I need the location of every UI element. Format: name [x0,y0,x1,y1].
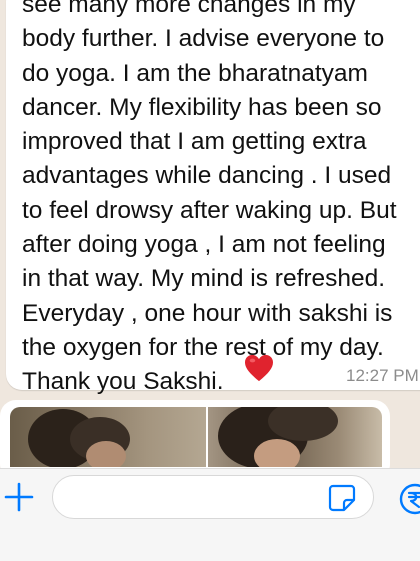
message-line: improved that I am getting extra [22,128,367,156]
photo-thumbnail[interactable] [10,407,206,467]
message-line: the oxygen for the rest of my day. [22,333,384,361]
chat-area: see many more changes in my body further… [0,0,420,468]
message-line: advantages while dancing . I used [22,162,392,190]
sticker-icon[interactable] [328,484,356,512]
message-line: to feel drowsy after waking up. But [22,196,397,224]
red-heart-icon [245,354,273,382]
face-shape [86,441,126,467]
face-shape [254,439,300,467]
message-line: Everyday , one hour with sakshi is [22,299,393,327]
photo-thumbnail[interactable] [208,407,382,467]
message-line: body further. I advise everyone to [22,25,385,53]
message-line: Thank you Sakshi. [22,368,224,396]
message-line: see many more changes in my [22,0,356,18]
message-input[interactable] [67,476,331,518]
message-line: do yoga. I am the bharatnatyam [22,59,368,87]
message-line: after doing yoga , I am not feeling [22,231,386,259]
message-line: dancer. My flexibility has been so [22,93,382,121]
rupee-payment-icon[interactable] [398,482,420,516]
message-line: in that way. My mind is refreshed. [22,265,386,293]
message-timestamp: 12:27 PM [346,366,419,385]
message-text: see many more changes in my body further… [22,0,420,400]
message-input-field[interactable] [52,475,374,519]
plus-icon[interactable] [2,480,36,514]
